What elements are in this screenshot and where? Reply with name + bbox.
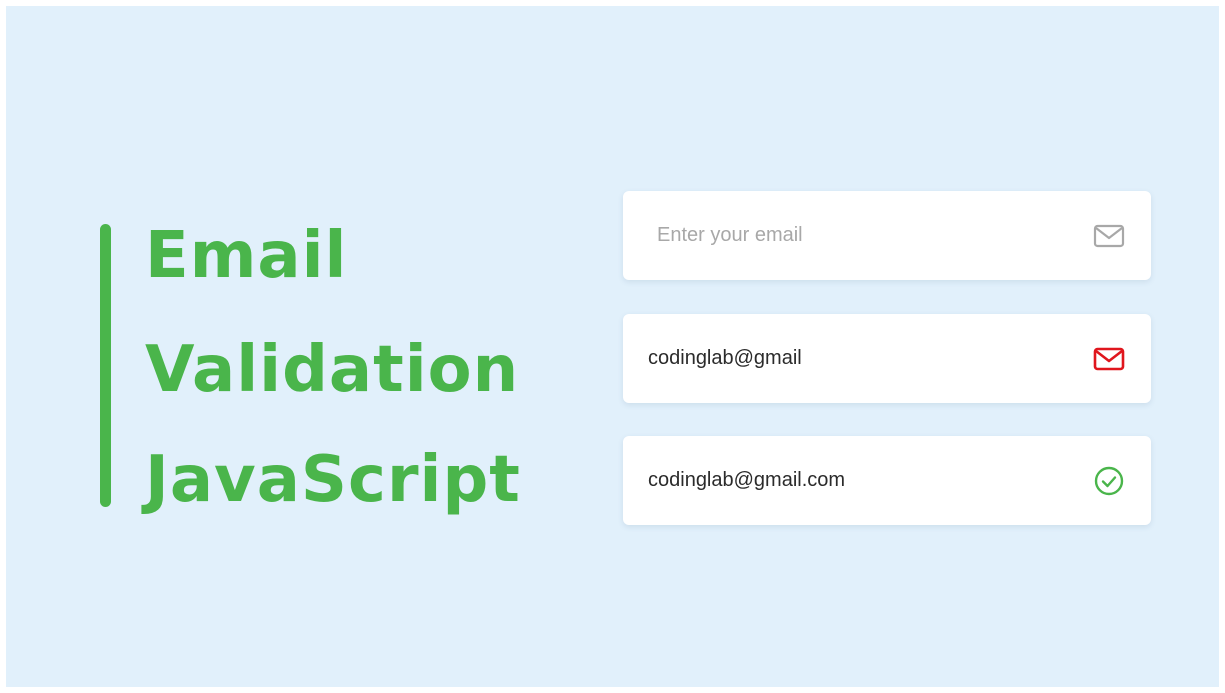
envelope-icon — [1093, 224, 1125, 248]
accent-bar — [100, 224, 111, 507]
email-field-valid[interactable] — [623, 436, 1151, 525]
title-line-2: Validation — [145, 333, 520, 407]
email-field-empty[interactable] — [623, 191, 1151, 280]
envelope-error-icon — [1093, 347, 1125, 371]
email-field-invalid[interactable] — [623, 314, 1151, 403]
page-background: Email Validation JavaScript — [6, 6, 1219, 687]
check-circle-icon — [1094, 466, 1124, 496]
title-line-3: JavaScript — [145, 443, 521, 517]
email-input-valid[interactable] — [623, 436, 1063, 525]
title-line-1: Email — [145, 219, 348, 293]
email-input-empty[interactable] — [623, 191, 1063, 280]
email-input-invalid[interactable] — [623, 314, 1063, 403]
